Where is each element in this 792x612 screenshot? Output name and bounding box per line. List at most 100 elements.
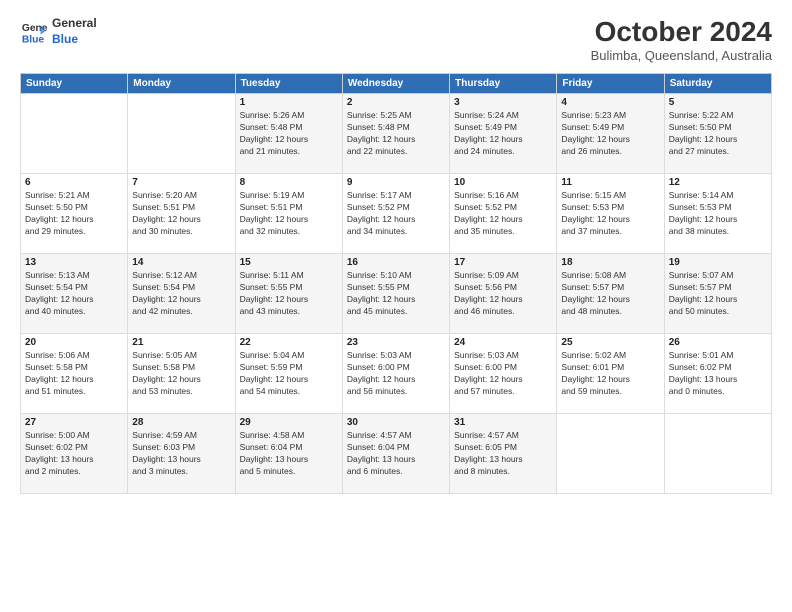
day-number: 17 <box>454 257 552 268</box>
day-info: Sunrise: 5:12 AM Sunset: 5:54 PM Dayligh… <box>132 270 230 318</box>
calendar-cell: 24 Sunrise: 5:03 AM Sunset: 6:00 PM Dayli… <box>450 334 557 414</box>
day-info: Sunrise: 5:07 AM Sunset: 5:57 PM Dayligh… <box>669 270 767 318</box>
day-info: Sunrise: 4:57 AM Sunset: 6:05 PM Dayligh… <box>454 430 552 478</box>
header: General Blue GeneralBlue October 2024 Bu… <box>20 16 772 63</box>
day-info: Sunrise: 4:59 AM Sunset: 6:03 PM Dayligh… <box>132 430 230 478</box>
calendar-cell: 14 Sunrise: 5:12 AM Sunset: 5:54 PM Dayli… <box>128 254 235 334</box>
title-block: October 2024 Bulimba, Queensland, Austra… <box>591 16 772 63</box>
calendar-cell: 21Sunrise: 5:05 AM Sunset: 5:58 PM Dayli… <box>128 334 235 414</box>
day-number: 3 <box>454 97 552 108</box>
calendar-cell: 29Sunrise: 4:58 AM Sunset: 6:04 PM Dayli… <box>235 414 342 494</box>
calendar-header-row: SundayMondayTuesdayWednesdayThursdayFrid… <box>21 74 772 94</box>
day-info: Sunrise: 5:24 AM Sunset: 5:49 PM Dayligh… <box>454 110 552 158</box>
calendar-table: SundayMondayTuesdayWednesdayThursdayFrid… <box>20 73 772 494</box>
location-subtitle: Bulimba, Queensland, Australia <box>591 48 772 63</box>
day-info: Sunrise: 5:14 AM Sunset: 5:53 PM Dayligh… <box>669 190 767 238</box>
calendar-cell: 1 Sunrise: 5:26 AM Sunset: 5:48 PM Daylig… <box>235 94 342 174</box>
calendar-cell: 4Sunrise: 5:23 AM Sunset: 5:49 PM Daylig… <box>557 94 664 174</box>
day-info: Sunrise: 5:21 AM Sunset: 5:50 PM Dayligh… <box>25 190 123 238</box>
day-info: Sunrise: 5:10 AM Sunset: 5:55 PM Dayligh… <box>347 270 445 318</box>
calendar-cell <box>664 414 771 494</box>
day-number: 14 <box>132 257 230 268</box>
day-number: 20 <box>25 337 123 348</box>
day-number: 1 <box>240 97 338 108</box>
svg-text:General: General <box>22 23 48 34</box>
calendar-cell: 15 Sunrise: 5:11 AM Sunset: 5:55 PM Dayli… <box>235 254 342 334</box>
month-title: October 2024 <box>591 16 772 48</box>
calendar-cell: 23Sunrise: 5:03 AM Sunset: 6:00 PM Dayli… <box>342 334 449 414</box>
calendar-cell: 25 Sunrise: 5:02 AM Sunset: 6:01 PM Dayli… <box>557 334 664 414</box>
calendar-cell: 13Sunrise: 5:13 AM Sunset: 5:54 PM Dayli… <box>21 254 128 334</box>
day-info: Sunrise: 5:17 AM Sunset: 5:52 PM Dayligh… <box>347 190 445 238</box>
day-number: 31 <box>454 417 552 428</box>
day-info: Sunrise: 5:00 AM Sunset: 6:02 PM Dayligh… <box>25 430 123 478</box>
day-number: 18 <box>561 257 659 268</box>
day-info: Sunrise: 5:26 AM Sunset: 5:48 PM Dayligh… <box>240 110 338 158</box>
day-info: Sunrise: 5:22 AM Sunset: 5:50 PM Dayligh… <box>669 110 767 158</box>
calendar-cell: 26 Sunrise: 5:01 AM Sunset: 6:02 PM Dayli… <box>664 334 771 414</box>
day-info: Sunrise: 5:19 AM Sunset: 5:51 PM Dayligh… <box>240 190 338 238</box>
day-info: Sunrise: 5:11 AM Sunset: 5:55 PM Dayligh… <box>240 270 338 318</box>
day-info: Sunrise: 5:20 AM Sunset: 5:51 PM Dayligh… <box>132 190 230 238</box>
day-header-saturday: Saturday <box>664 74 771 94</box>
calendar-week-row: 27 Sunrise: 5:00 AM Sunset: 6:02 PM Dayli… <box>21 414 772 494</box>
day-number: 24 <box>454 337 552 348</box>
day-number: 11 <box>561 177 659 188</box>
day-number: 19 <box>669 257 767 268</box>
calendar-cell: 8Sunrise: 5:19 AM Sunset: 5:51 PM Daylig… <box>235 174 342 254</box>
logo-text: GeneralBlue <box>52 16 97 47</box>
calendar-cell: 9 Sunrise: 5:17 AM Sunset: 5:52 PM Daylig… <box>342 174 449 254</box>
calendar-cell: 11 Sunrise: 5:15 AM Sunset: 5:53 PM Dayli… <box>557 174 664 254</box>
day-info: Sunrise: 5:06 AM Sunset: 5:58 PM Dayligh… <box>25 350 123 398</box>
day-info: Sunrise: 5:23 AM Sunset: 5:49 PM Dayligh… <box>561 110 659 158</box>
calendar-cell: 10Sunrise: 5:16 AM Sunset: 5:52 PM Dayli… <box>450 174 557 254</box>
day-number: 28 <box>132 417 230 428</box>
day-header-thursday: Thursday <box>450 74 557 94</box>
day-header-sunday: Sunday <box>21 74 128 94</box>
day-header-tuesday: Tuesday <box>235 74 342 94</box>
day-number: 12 <box>669 177 767 188</box>
calendar-cell: 31 Sunrise: 4:57 AM Sunset: 6:05 PM Dayli… <box>450 414 557 494</box>
day-number: 2 <box>347 97 445 108</box>
calendar-cell: 28 Sunrise: 4:59 AM Sunset: 6:03 PM Dayli… <box>128 414 235 494</box>
calendar-week-row: 13Sunrise: 5:13 AM Sunset: 5:54 PM Dayli… <box>21 254 772 334</box>
calendar-cell: 30Sunrise: 4:57 AM Sunset: 6:04 PM Dayli… <box>342 414 449 494</box>
logo: General Blue GeneralBlue <box>20 16 97 47</box>
calendar-cell: 2 Sunrise: 5:25 AM Sunset: 5:48 PM Daylig… <box>342 94 449 174</box>
calendar-week-row: 6 Sunrise: 5:21 AM Sunset: 5:50 PM Daylig… <box>21 174 772 254</box>
day-info: Sunrise: 4:58 AM Sunset: 6:04 PM Dayligh… <box>240 430 338 478</box>
day-header-monday: Monday <box>128 74 235 94</box>
calendar-cell: 6 Sunrise: 5:21 AM Sunset: 5:50 PM Daylig… <box>21 174 128 254</box>
calendar-cell: 12 Sunrise: 5:14 AM Sunset: 5:53 PM Dayli… <box>664 174 771 254</box>
day-number: 15 <box>240 257 338 268</box>
day-number: 23 <box>347 337 445 348</box>
day-number: 6 <box>25 177 123 188</box>
logo-icon: General Blue <box>20 18 48 46</box>
day-number: 26 <box>669 337 767 348</box>
day-info: Sunrise: 5:15 AM Sunset: 5:53 PM Dayligh… <box>561 190 659 238</box>
calendar-cell: 5Sunrise: 5:22 AM Sunset: 5:50 PM Daylig… <box>664 94 771 174</box>
day-info: Sunrise: 5:03 AM Sunset: 6:00 PM Dayligh… <box>454 350 552 398</box>
svg-text:Blue: Blue <box>22 34 45 45</box>
day-info: Sunrise: 5:04 AM Sunset: 5:59 PM Dayligh… <box>240 350 338 398</box>
day-info: Sunrise: 5:25 AM Sunset: 5:48 PM Dayligh… <box>347 110 445 158</box>
calendar-cell <box>557 414 664 494</box>
day-number: 21 <box>132 337 230 348</box>
day-number: 25 <box>561 337 659 348</box>
day-number: 9 <box>347 177 445 188</box>
calendar-cell: 18Sunrise: 5:08 AM Sunset: 5:57 PM Dayli… <box>557 254 664 334</box>
calendar-cell: 27 Sunrise: 5:00 AM Sunset: 6:02 PM Dayli… <box>21 414 128 494</box>
calendar-cell: 16Sunrise: 5:10 AM Sunset: 5:55 PM Dayli… <box>342 254 449 334</box>
day-number: 30 <box>347 417 445 428</box>
day-info: Sunrise: 5:01 AM Sunset: 6:02 PM Dayligh… <box>669 350 767 398</box>
day-header-wednesday: Wednesday <box>342 74 449 94</box>
calendar-cell: 22Sunrise: 5:04 AM Sunset: 5:59 PM Dayli… <box>235 334 342 414</box>
calendar-week-row: 1 Sunrise: 5:26 AM Sunset: 5:48 PM Daylig… <box>21 94 772 174</box>
day-info: Sunrise: 5:09 AM Sunset: 5:56 PM Dayligh… <box>454 270 552 318</box>
calendar-cell: 17 Sunrise: 5:09 AM Sunset: 5:56 PM Dayli… <box>450 254 557 334</box>
day-info: Sunrise: 5:02 AM Sunset: 6:01 PM Dayligh… <box>561 350 659 398</box>
day-number: 27 <box>25 417 123 428</box>
day-number: 13 <box>25 257 123 268</box>
day-number: 10 <box>454 177 552 188</box>
day-number: 7 <box>132 177 230 188</box>
